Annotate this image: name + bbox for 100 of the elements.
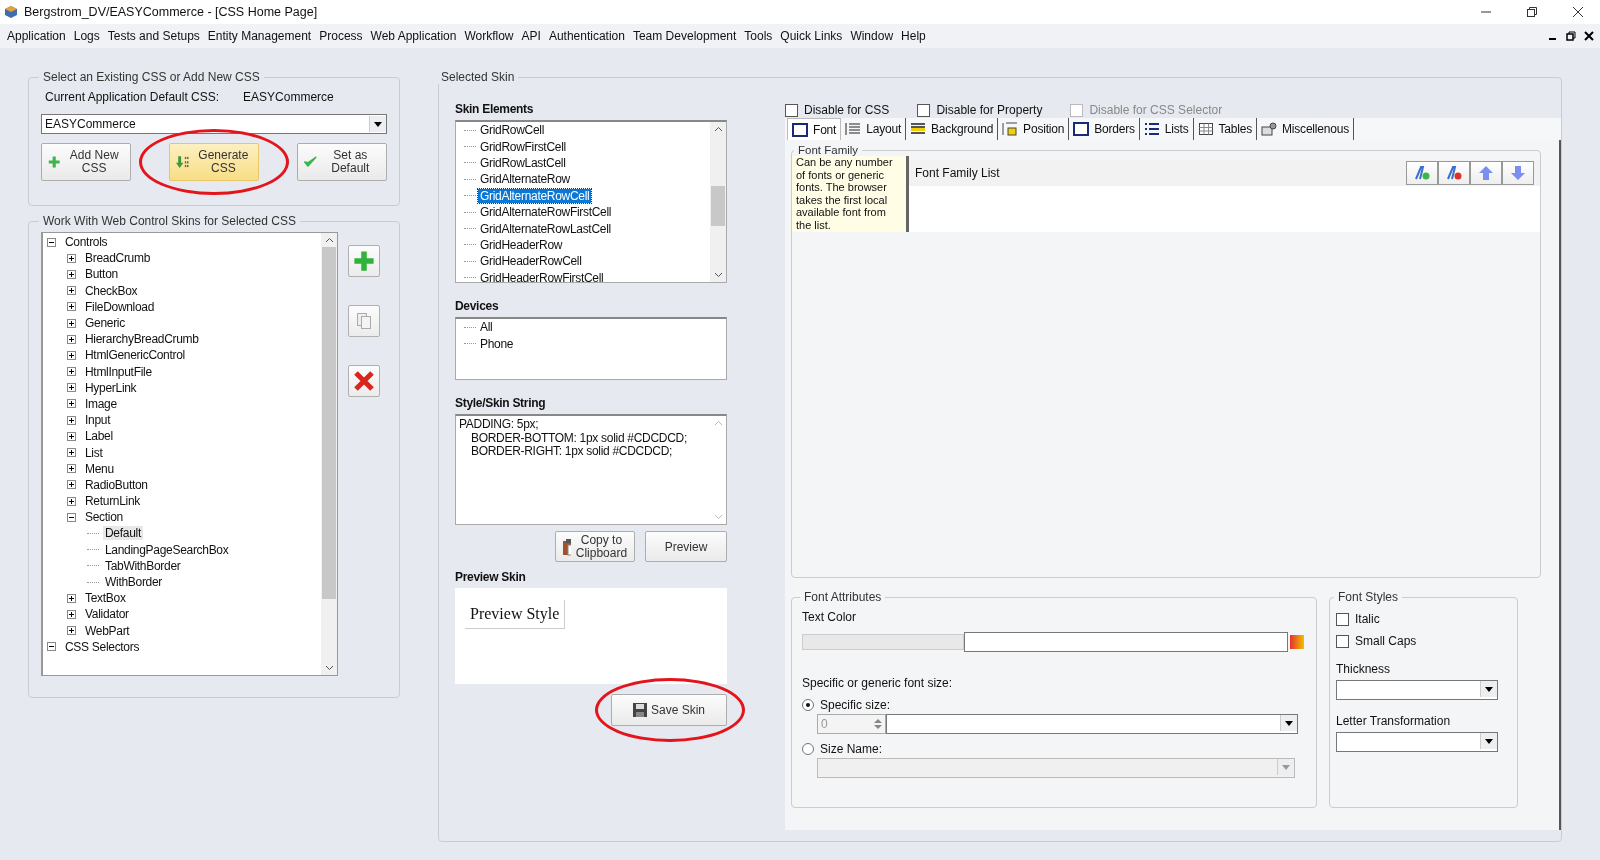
scrollbar[interactable] (321, 233, 337, 675)
skin-element-row[interactable]: GridAlternateRowCell (478, 188, 592, 203)
menubar-command[interactable]: Authentication (544, 29, 629, 43)
skin-element-row[interactable]: GridRowFirstCell (478, 139, 568, 154)
radio-circle[interactable] (802, 743, 814, 755)
tree-item[interactable]: WebPart (83, 623, 132, 638)
add-font-button[interactable] (1406, 161, 1438, 185)
tree-item[interactable]: HtmlInputFile (83, 364, 154, 379)
delete-button[interactable] (348, 365, 380, 397)
table-icon (1197, 122, 1214, 136)
menubar-command[interactable]: Web Application (366, 29, 461, 43)
color-picker-button[interactable] (1288, 632, 1306, 652)
style-checkbox[interactable]: Italic (1336, 612, 1511, 626)
tree-item[interactable]: LandingPageSearchBox (103, 542, 231, 557)
thickness-dropdown[interactable] (1336, 680, 1498, 700)
add-button[interactable] (348, 245, 380, 277)
tree-item[interactable]: Menu (83, 461, 116, 476)
scroll-down-icon[interactable] (324, 665, 334, 671)
tree-item[interactable]: Image (83, 396, 119, 411)
device-row[interactable]: All (478, 320, 495, 335)
scroll-up-icon[interactable] (713, 126, 723, 132)
save-skin-button[interactable]: Save Skin (611, 694, 727, 726)
text-color-field[interactable] (964, 632, 1288, 652)
tree-item[interactable]: List (83, 445, 105, 460)
skin-element-row[interactable]: GridHeaderRowCell (478, 254, 584, 269)
css-action-button[interactable]: Add New CSS (41, 143, 131, 181)
close-icon[interactable] (1572, 6, 1584, 18)
menubar-command[interactable]: Quick Links (776, 29, 847, 43)
tree-item[interactable]: WithBorder (103, 575, 165, 590)
css-dropdown[interactable]: EASYCommerce (41, 114, 387, 134)
menubar-command[interactable]: Process (315, 29, 367, 43)
css-action-button[interactable]: Generate CSS (169, 143, 259, 181)
preview-button[interactable]: Preview (645, 531, 727, 562)
tree-item[interactable]: Controls (63, 235, 110, 250)
move-down-button[interactable] (1502, 161, 1534, 185)
copy-to-clipboard-button[interactable]: Copy to Clipboard (555, 531, 635, 562)
tree-item[interactable]: ReturnLink (83, 494, 143, 509)
tree-item[interactable]: Validator (83, 607, 131, 622)
menubar-command[interactable]: Entity Management (203, 29, 316, 43)
preview-sample: Preview Style (465, 600, 566, 629)
scroll-thumb[interactable] (322, 247, 336, 599)
skin-element-row[interactable]: GridAlternateRow (478, 172, 572, 187)
skin-element-row[interactable]: GridRowLastCell (478, 155, 568, 170)
scroll-down-icon[interactable] (713, 272, 723, 278)
tree-item[interactable]: TabWithBorder (103, 558, 183, 573)
css-action-button[interactable]: Set as Default (297, 143, 387, 181)
paragraph-icon (845, 122, 862, 136)
skin-element-row[interactable]: GridHeaderRowFirstCell (478, 270, 606, 285)
scroll-thumb[interactable] (711, 186, 725, 226)
menubar-command[interactable]: Tools (740, 29, 777, 43)
tree-item[interactable]: HtmlGenericControl (83, 348, 187, 363)
device-row[interactable]: Phone (478, 336, 516, 351)
option-checkbox[interactable]: Disable for Property (917, 102, 1043, 118)
tree-item[interactable]: Section (83, 510, 125, 525)
remove-font-button[interactable] (1438, 161, 1470, 185)
menubar-command[interactable]: API (517, 29, 545, 43)
tree-item[interactable]: Default (103, 526, 143, 541)
style-checkbox[interactable]: Small Caps (1336, 634, 1511, 648)
letter-transformation-dropdown[interactable] (1336, 732, 1498, 752)
close-icon[interactable] (1584, 31, 1594, 41)
restore-icon[interactable] (1566, 31, 1576, 41)
skin-element-row[interactable]: GridAlternateRowFirstCell (478, 205, 614, 220)
radio-circle[interactable] (802, 699, 814, 711)
text-color-label: Text Color (802, 610, 858, 624)
tree-item[interactable]: Generic (83, 316, 127, 331)
tree-item[interactable]: CheckBox (83, 283, 140, 298)
group-title: Work With Web Control Skins for Selected CSS (42, 214, 297, 228)
skin-element-row[interactable]: GridAlternateRowLastCell (478, 221, 613, 236)
restore-icon[interactable] (1526, 6, 1538, 18)
skin-element-row[interactable]: GridHeaderRow (478, 237, 565, 252)
menubar-command[interactable]: Window (846, 29, 898, 43)
tree-item[interactable]: TextBox (83, 591, 128, 606)
copy-icon (356, 312, 372, 330)
size-unit-dropdown[interactable] (886, 714, 1298, 734)
menubar-command[interactable]: Help (897, 29, 930, 43)
skin-element-row[interactable]: GridRowCell (478, 123, 547, 138)
size-radio[interactable]: Size Name: (802, 742, 1306, 756)
tree-item[interactable]: Button (83, 267, 120, 282)
close-icon (353, 370, 375, 392)
dropdown-arrow-icon (374, 121, 382, 127)
scrollbar[interactable] (710, 122, 726, 282)
menubar-command[interactable]: Logs (69, 29, 104, 43)
scroll-up-icon[interactable] (324, 237, 334, 243)
menubar-command[interactable]: Application (3, 29, 70, 43)
option-checkbox[interactable]: Disable for CSS (785, 102, 890, 118)
move-up-button[interactable] (1470, 161, 1502, 185)
menubar-command[interactable]: Workflow (460, 29, 518, 43)
tree-item[interactable]: Label (83, 429, 115, 444)
tab[interactable]: Font (787, 118, 842, 140)
menubar-command[interactable]: Tests and Setups (103, 29, 204, 43)
tree-item[interactable]: FileDownload (83, 299, 157, 314)
tree-item[interactable]: RadioButton (83, 477, 150, 492)
size-radio[interactable]: Specific size: (802, 698, 1306, 712)
tree-item[interactable]: BreadCrumb (83, 251, 153, 266)
tree-item[interactable]: CSS Selectors (63, 639, 142, 654)
tree-item[interactable]: HyperLink (83, 380, 139, 395)
menubar-command[interactable]: Team Development (628, 29, 741, 43)
tree-item[interactable]: HierarchyBreadCrumb (83, 332, 201, 347)
tree-item[interactable]: Input (83, 413, 113, 428)
group-title: Selected Skin (440, 70, 516, 84)
